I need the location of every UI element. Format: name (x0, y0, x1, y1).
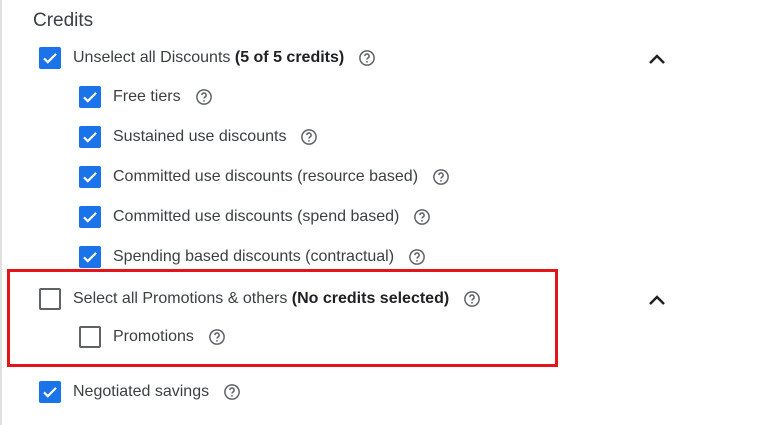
discount-item-checkbox[interactable] (79, 86, 101, 108)
promotions-count: (No credits selected) (291, 290, 450, 307)
help-circle-icon[interactable] (195, 88, 213, 106)
check-icon (83, 132, 97, 143)
check-icon (83, 92, 97, 103)
discounts-select-all-label: Unselect all Discounts (5 of 5 credits) (73, 49, 344, 67)
promotions-select-all-label: Select all Promotions & others (No credi… (73, 290, 449, 308)
check-icon (83, 172, 97, 183)
check-icon (43, 53, 57, 64)
help-circle-icon[interactable] (223, 383, 241, 401)
check-icon (83, 212, 97, 223)
discount-item-checkbox[interactable] (79, 166, 101, 188)
discount-item-label: Spending based discounts (contractual) (113, 248, 395, 265)
promotions-select-all-checkbox[interactable] (39, 288, 61, 310)
chevron-up-icon[interactable] (647, 52, 667, 66)
help-circle-icon[interactable] (463, 290, 481, 308)
discount-item[interactable]: Free tiers (79, 84, 213, 110)
discount-item-label: Committed use discounts (spend based) (113, 208, 400, 225)
promotion-item-checkbox[interactable] (79, 326, 101, 348)
discount-item-checkbox[interactable] (79, 246, 101, 268)
check-icon (83, 252, 97, 263)
highlight-annotation-box (7, 269, 558, 367)
discounts-select-all-text: Unselect all Discounts (73, 49, 231, 66)
negotiated-savings-label: Negotiated savings (73, 383, 210, 400)
section-title: Credits (33, 10, 94, 31)
discount-item-label: Free tiers (113, 88, 181, 105)
help-circle-icon[interactable] (432, 168, 450, 186)
help-circle-icon[interactable] (358, 49, 376, 67)
discount-item[interactable]: Sustained use discounts (79, 124, 318, 150)
chevron-up-icon[interactable] (647, 293, 667, 307)
discount-item[interactable]: Committed use discounts (spend based) (79, 204, 431, 230)
discounts-count: (5 of 5 credits) (234, 49, 345, 66)
help-circle-icon[interactable] (300, 128, 318, 146)
promotions-select-all-text: Select all Promotions & others (73, 290, 288, 307)
discount-item-checkbox[interactable] (79, 126, 101, 148)
discount-item-label: Sustained use discounts (113, 128, 287, 145)
help-circle-icon[interactable] (413, 208, 431, 226)
discounts-select-all-row[interactable]: Unselect all Discounts (5 of 5 credits) (39, 45, 376, 71)
discount-item-label: Committed use discounts (resource based) (113, 168, 419, 185)
discount-item[interactable]: Spending based discounts (contractual) (79, 244, 426, 270)
check-icon (43, 387, 57, 398)
discount-item-checkbox[interactable] (79, 206, 101, 228)
promotions-select-all-row[interactable]: Select all Promotions & others (No credi… (39, 286, 481, 312)
promotion-item[interactable]: Promotions (79, 324, 226, 350)
promotion-item-label: Promotions (113, 328, 194, 345)
discounts-select-all-checkbox[interactable] (39, 47, 61, 69)
discount-item[interactable]: Committed use discounts (resource based) (79, 164, 450, 190)
help-circle-icon[interactable] (208, 328, 226, 346)
help-circle-icon[interactable] (408, 248, 426, 266)
left-divider (0, 0, 2, 425)
negotiated-savings-checkbox[interactable] (39, 381, 61, 403)
negotiated-savings-row[interactable]: Negotiated savings (39, 379, 241, 405)
